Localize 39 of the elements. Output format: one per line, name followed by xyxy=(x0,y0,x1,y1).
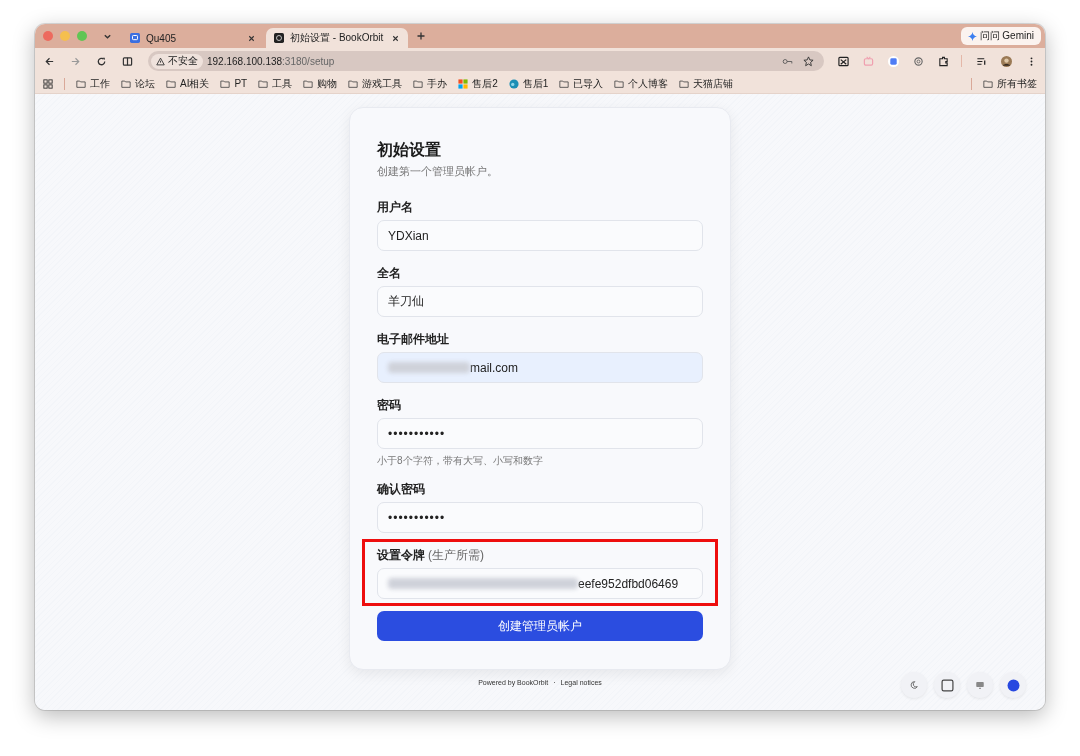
browser-tab[interactable]: 初始设置 - BookOrbit xyxy=(266,28,408,48)
field-label: 用户名 xyxy=(377,200,413,215)
submit-button[interactable]: 创建管理员帐户 xyxy=(377,611,703,641)
bookmark[interactable]: 个人博客 xyxy=(614,76,669,91)
bookmark[interactable]: 售后1 xyxy=(508,76,549,91)
input-field[interactable]: mail.com xyxy=(377,352,703,383)
bookmark[interactable]: 工作 xyxy=(76,76,110,91)
field-label: 设置令牌 xyxy=(377,548,425,563)
all-bookmarks-button[interactable]: 所有书签 xyxy=(983,76,1037,91)
field-label: 密码 xyxy=(377,398,401,413)
address-bar[interactable]: 不安全 192.168.100.138:3180/setup xyxy=(148,51,824,71)
subtitle: 创建第一个管理员帐户。 xyxy=(377,164,499,178)
field-label: 全名 xyxy=(377,266,401,281)
bookmark[interactable]: AI相关 xyxy=(166,76,210,91)
field-hint: 小于8个字符，带有大写、小写和数字 xyxy=(377,454,544,467)
bookmark[interactable]: 游戏工具 xyxy=(348,76,403,91)
bookmark[interactable]: 工具 xyxy=(258,76,293,91)
page-title: 初始设置 xyxy=(377,140,442,160)
field-note: (生产所需) xyxy=(428,548,484,563)
tab-title: Qu405 xyxy=(146,32,178,44)
url-text: 192.168.100.138:3180/setup xyxy=(207,55,335,67)
input-field[interactable]: eefe952dfbd06469 xyxy=(377,568,703,599)
bookmark[interactable]: 论坛 xyxy=(121,76,155,91)
gemini-button[interactable]: 问问 Gemini xyxy=(960,27,1041,45)
tab-title: 初始设置 - BookOrbit xyxy=(290,31,385,45)
bookmark[interactable]: 手办 xyxy=(413,76,448,91)
bookmark[interactable]: 已导入 xyxy=(559,76,604,91)
bookmark[interactable]: 售后2 xyxy=(458,76,498,91)
security-chip[interactable]: 不安全 xyxy=(151,53,203,69)
field-label: 电子邮件地址 xyxy=(377,332,449,347)
bookmark[interactable]: 天猫店铺 xyxy=(679,76,734,91)
bookmark[interactable]: 购物 xyxy=(303,76,338,91)
browser-tab[interactable]: Qu405 xyxy=(122,28,264,48)
bookmark[interactable]: PT xyxy=(220,78,248,89)
input-field[interactable]: YDXian xyxy=(377,220,703,251)
input-field[interactable]: ••••••••••• xyxy=(377,418,703,449)
input-field[interactable]: 羊刀仙 xyxy=(377,286,703,317)
input-field[interactable]: ••••••••••• xyxy=(377,502,703,533)
field-label: 确认密码 xyxy=(377,482,425,497)
